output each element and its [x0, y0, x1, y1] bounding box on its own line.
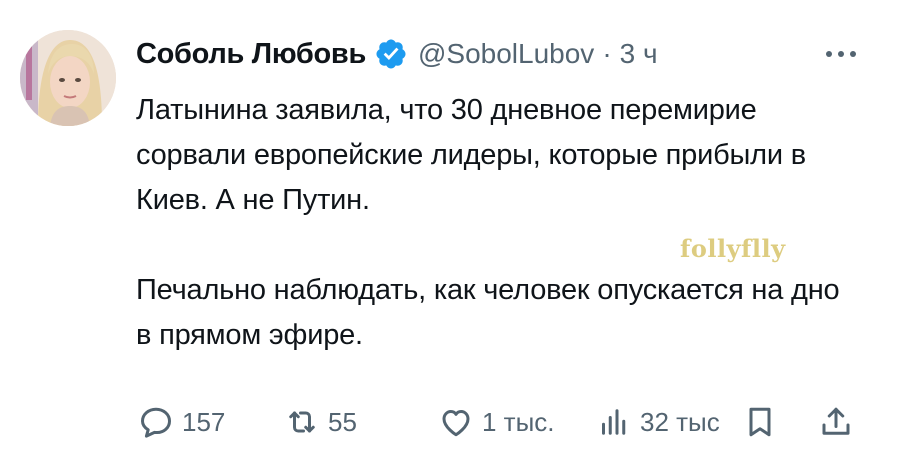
avatar-photo	[20, 30, 116, 126]
tweet-actions: 157 55 1 тыс. 32 тыс	[138, 400, 858, 444]
retweet-button[interactable]: 55	[284, 400, 357, 444]
tweet-text: Латынина заявила, что 30 дневное перемир…	[136, 88, 856, 358]
more-dot	[826, 51, 832, 57]
views-chart-icon	[602, 409, 626, 435]
retweet-icon	[289, 411, 315, 433]
watermark: follyflly	[680, 234, 786, 263]
reply-button[interactable]: 157	[138, 400, 225, 444]
verified-badge-icon	[376, 39, 406, 69]
tweet-paragraph: Латынина заявила, что 30 дневное перемир…	[136, 94, 806, 216]
more-dot	[838, 51, 844, 57]
tweet-timestamp[interactable]: 3 ч	[620, 38, 658, 70]
more-options-button[interactable]	[818, 40, 864, 68]
author-name[interactable]: Соболь Любовь	[136, 38, 366, 71]
retweet-count: 55	[328, 406, 357, 437]
share-icon	[822, 407, 850, 435]
reply-count: 157	[182, 406, 226, 437]
heart-icon	[442, 410, 470, 437]
more-dot	[850, 51, 856, 57]
like-count: 1 тыс.	[482, 406, 555, 437]
tweet: Соболь Любовь @SobolLubov · 3 ч Латынина…	[0, 0, 898, 460]
share-button[interactable]	[818, 400, 854, 444]
like-button[interactable]: 1 тыс.	[438, 400, 555, 444]
separator-dot: ·	[602, 38, 612, 69]
reply-icon	[141, 407, 171, 438]
bookmark-button[interactable]	[742, 400, 778, 444]
avatar[interactable]	[20, 30, 116, 126]
author-handle[interactable]: @SobolLubov	[418, 38, 594, 70]
tweet-header: Соболь Любовь @SobolLubov · 3 ч	[136, 32, 658, 76]
views-button[interactable]: 32 тыс	[596, 400, 720, 444]
bookmark-icon	[749, 407, 771, 437]
views-count: 32 тыс	[640, 406, 720, 437]
tweet-paragraph: Печально наблюдать, как человек опускает…	[136, 274, 840, 351]
